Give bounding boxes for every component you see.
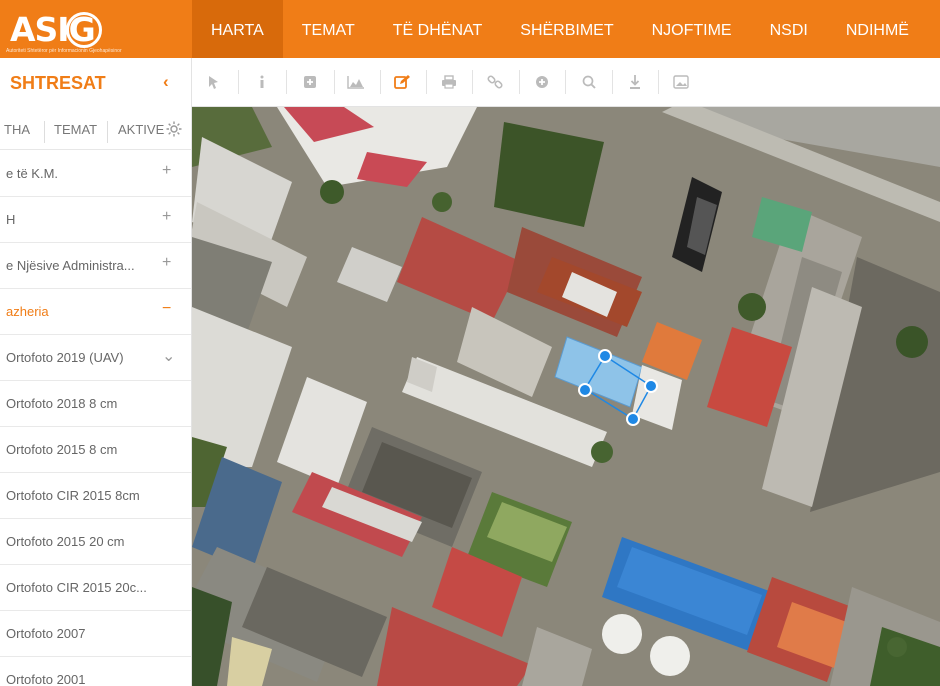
layer-item-active[interactable]: azheria − (0, 289, 191, 335)
main-nav: HARTA TEMAT TË DHËNAT SHËRBIMET NJOFTIME… (192, 0, 928, 58)
layers-sidebar: SHTRESAT ‹ THA TEMAT AKTIVE e të K.M. + H… (0, 58, 192, 686)
layer-item[interactable]: e Njësive Administra... + (0, 243, 191, 289)
layer-item[interactable]: e të K.M. + (0, 151, 191, 197)
layer-label: e Njësive Administra... (6, 258, 135, 273)
select-pointer-icon[interactable] (204, 72, 224, 92)
nav-harta[interactable]: HARTA (192, 0, 283, 58)
layer-list: e të K.M. + H + e Njësive Administra... + a… (0, 151, 191, 686)
sidebar-title: SHTRESAT (10, 73, 106, 93)
layer-label: Ortofoto CIR 2015 8cm (6, 488, 140, 503)
collapse-sidebar-icon[interactable]: ‹ (163, 72, 169, 92)
layer-label: Ortofoto 2015 20 cm (6, 534, 125, 549)
toolbar-divider (472, 70, 473, 94)
add-circle-icon[interactable] (532, 72, 552, 92)
layer-label: Ortofoto 2015 8 cm (6, 442, 118, 457)
layer-item[interactable]: Ortofoto 2015 20 cm (0, 519, 191, 565)
print-icon[interactable] (439, 72, 459, 92)
search-icon[interactable] (579, 72, 599, 92)
layer-label: Ortofoto 2018 8 cm (6, 396, 118, 411)
nav-temat[interactable]: TEMAT (283, 0, 374, 58)
toolbar-divider (612, 70, 613, 94)
layer-label: e të K.M. (6, 166, 59, 181)
layer-label: Ortofoto 2007 (6, 626, 86, 641)
aerial-imagery (192, 107, 940, 686)
tab-aktive[interactable]: AKTIVE (118, 122, 164, 137)
expand-icon[interactable]: + (162, 162, 171, 180)
vertex-marker[interactable] (626, 412, 640, 426)
vertex-marker[interactable] (644, 379, 658, 393)
chevron-down-icon[interactable]: ⌄ (162, 346, 175, 366)
gear-icon[interactable] (165, 120, 183, 138)
info-icon[interactable] (252, 72, 272, 92)
elevation-profile-icon[interactable] (346, 72, 366, 92)
collapse-icon[interactable]: − (162, 300, 171, 318)
layer-item[interactable]: Ortofoto CIR 2015 20c... (0, 565, 191, 611)
tab-divider (44, 121, 45, 143)
layer-item[interactable]: Ortofoto 2018 8 cm (0, 381, 191, 427)
layer-label: Ortofoto 2001 (6, 672, 86, 686)
add-square-icon[interactable] (300, 72, 320, 92)
layer-item[interactable]: Ortofoto 2001 (0, 657, 191, 686)
nav-sherbimet[interactable]: SHËRBIMET (501, 0, 632, 58)
download-icon[interactable] (625, 72, 645, 92)
layer-label: Ortofoto CIR 2015 20c... (6, 580, 147, 595)
toolbar-divider (658, 70, 659, 94)
tab-temat[interactable]: TEMAT (54, 122, 97, 137)
toolbar-divider (380, 70, 381, 94)
map-toolbar (192, 58, 940, 107)
toolbar-divider (334, 70, 335, 94)
toolbar-divider (565, 70, 566, 94)
sidebar-header: SHTRESAT ‹ (0, 58, 191, 108)
nav-nsdi[interactable]: NSDI (751, 0, 827, 58)
expand-icon[interactable]: + (162, 254, 171, 272)
toolbar-divider (426, 70, 427, 94)
tab-divider (107, 121, 108, 143)
tab-tha[interactable]: THA (4, 122, 30, 137)
expand-icon[interactable]: + (162, 208, 171, 226)
layer-item[interactable]: Ortofoto 2007 (0, 611, 191, 657)
orthophoto-map[interactable] (192, 107, 940, 686)
logo-subtitle: Autoriteti Shtetëror për Informacionin G… (6, 48, 122, 54)
layer-item[interactable]: Ortofoto CIR 2015 8cm (0, 473, 191, 519)
nav-ndihme[interactable]: NDIHMË (827, 0, 928, 58)
layer-label: H (6, 212, 16, 227)
toolbar-divider (238, 70, 239, 94)
layer-label: azheria (6, 304, 49, 319)
layer-label: Ortofoto 2019 (UAV) (6, 350, 124, 365)
nav-njoftime[interactable]: NJOFTIME (633, 0, 751, 58)
layer-item[interactable]: Ortofoto 2015 8 cm (0, 427, 191, 473)
link-icon[interactable] (485, 72, 505, 92)
toolbar-divider (286, 70, 287, 94)
top-header: ASIG Autoriteti Shtetëror për Informacio… (0, 0, 940, 58)
layer-item[interactable]: H + (0, 197, 191, 243)
layer-item[interactable]: Ortofoto 2019 (UAV) ⌄ (0, 335, 191, 381)
sidebar-tabs: THA TEMAT AKTIVE (0, 112, 191, 150)
asig-logo[interactable]: ASIG Autoriteti Shtetëror për Informacio… (6, 8, 122, 54)
vertex-marker[interactable] (598, 349, 612, 363)
toolbar-divider (519, 70, 520, 94)
edit-icon[interactable] (392, 72, 412, 92)
image-icon[interactable] (671, 72, 691, 92)
vertex-marker[interactable] (578, 383, 592, 397)
nav-te-dhenat[interactable]: TË DHËNAT (374, 0, 501, 58)
logo-ring (66, 12, 102, 48)
